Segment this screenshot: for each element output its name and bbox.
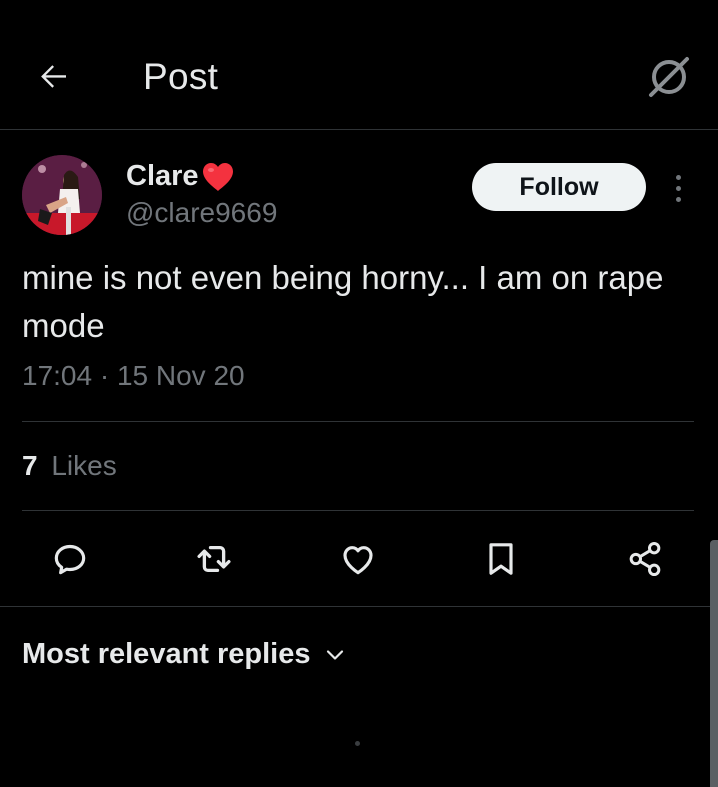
more-options-button[interactable] [664,168,692,208]
post-text: mine is not even being horny... I am on … [22,259,664,344]
repost-button[interactable] [189,534,239,584]
red-heart-emoji-icon [202,162,233,191]
share-button[interactable] [620,534,670,584]
grok-icon [649,57,689,97]
back-button[interactable] [30,52,78,100]
arrow-left-icon [41,65,66,88]
likes-count: 7 [22,450,38,481]
loading-indicator [355,741,360,746]
display-name[interactable]: Clare [126,160,199,193]
likes-stat[interactable]: 7 Likes [22,450,117,482]
follow-button[interactable]: Follow [472,163,646,211]
avatar[interactable] [22,155,102,235]
reply-icon [54,544,86,575]
divider [22,421,694,422]
share-icon [629,542,661,576]
divider [0,606,718,607]
more-dots-icon [675,196,681,202]
author-handle[interactable]: @clare9669 [126,197,277,229]
post-screen: Post Clare @clare9669 Follow mine is not… [0,0,718,787]
more-dots-icon [675,185,681,191]
bookmark-button[interactable] [476,534,526,584]
likes-label: Likes [51,450,117,481]
divider [22,510,694,511]
post-timestamp[interactable]: 17:04 · 15 Nov 20 [22,360,245,392]
like-icon [343,546,373,575]
repost-icon [197,545,231,573]
more-dots-icon [675,174,681,180]
replies-sort-label: Most relevant replies [22,638,311,670]
author-name-row[interactable]: Clare [126,160,235,193]
replies-sort-dropdown[interactable]: Most relevant replies [22,638,347,671]
reply-button[interactable] [45,534,95,584]
scrollbar[interactable] [710,540,718,787]
grok-button[interactable] [644,52,694,102]
top-bar: Post [0,0,718,130]
avatar-photo [22,155,102,235]
chevron-down-icon [326,649,343,660]
like-button[interactable] [333,534,383,584]
page-title: Post [143,56,219,97]
bookmark-icon [489,543,513,575]
